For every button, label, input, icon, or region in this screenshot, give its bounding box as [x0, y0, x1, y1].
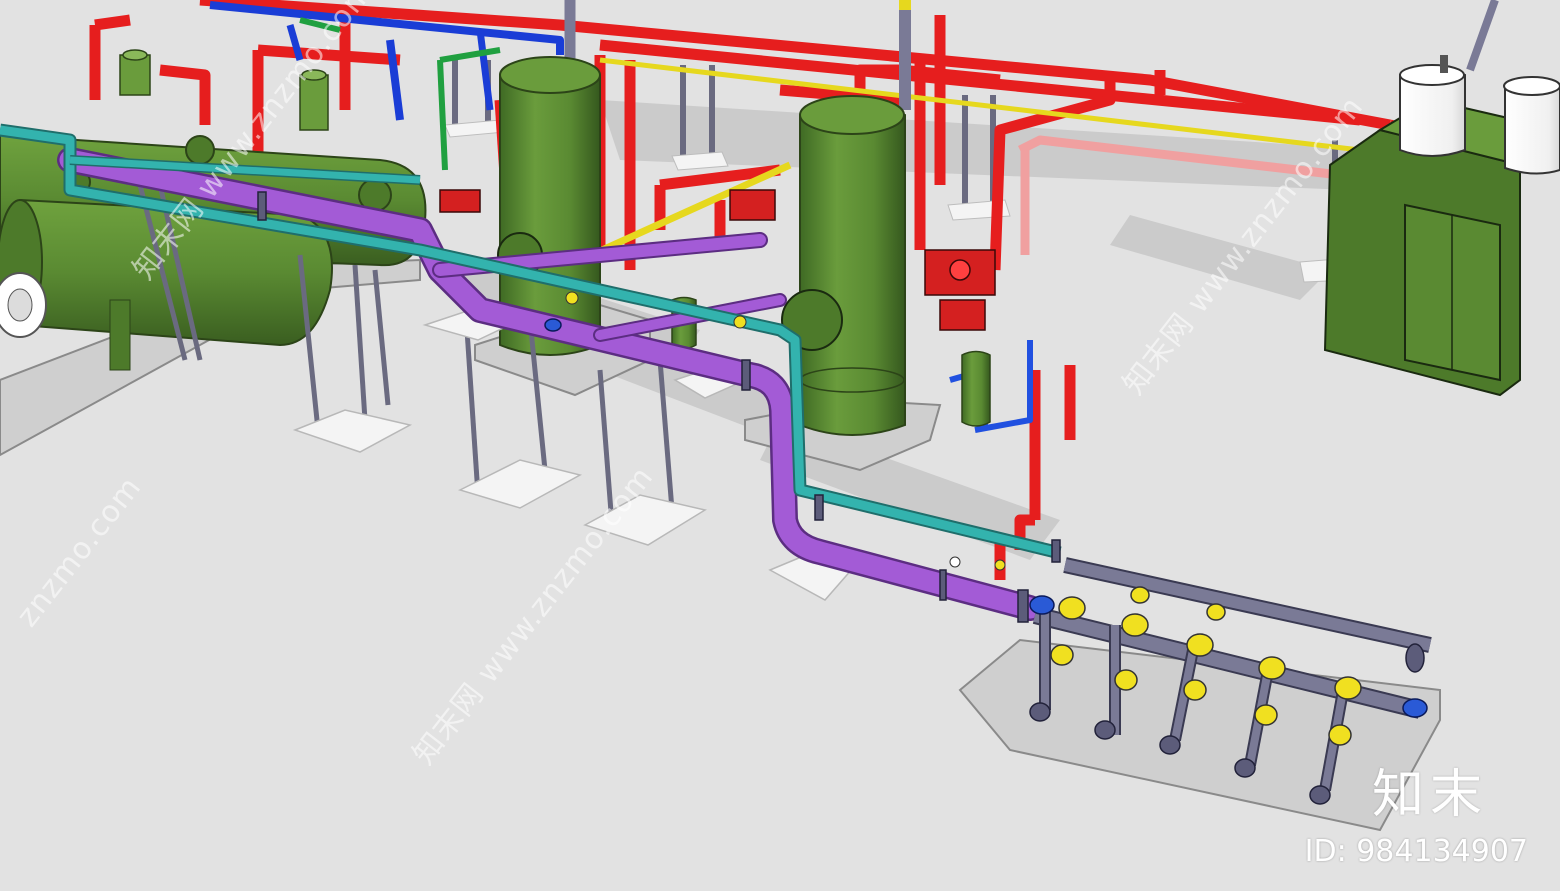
watermark-brand: 知末	[1371, 765, 1488, 825]
watermark-image-id: ID: 984134907	[1304, 834, 1528, 869]
skid-frames	[0, 258, 1441, 832]
small-vessel	[961, 350, 991, 427]
